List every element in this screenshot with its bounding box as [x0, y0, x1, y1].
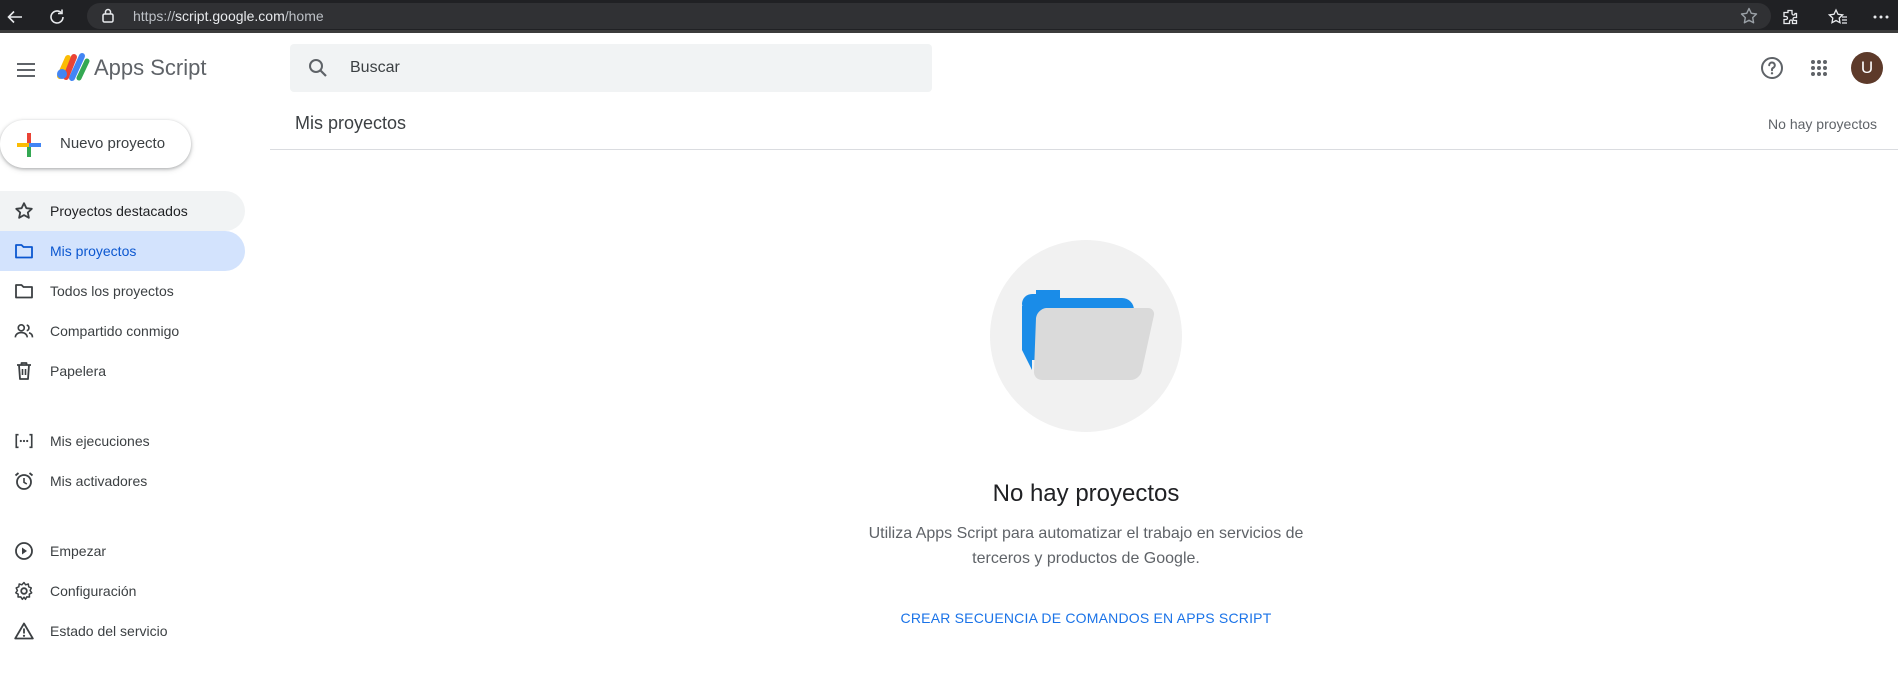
new-project-label: Nuevo proyecto: [60, 135, 166, 152]
sidebar-item-getting-started[interactable]: Empezar: [0, 531, 245, 571]
sidebar-item-label: Empezar: [50, 543, 107, 559]
sidebar-item-label: Configuración: [50, 583, 137, 599]
reload-icon[interactable]: [43, 3, 71, 31]
sidebar-item-trash[interactable]: Papelera: [0, 351, 245, 391]
apps-script-logo[interactable]: [54, 52, 90, 87]
empty-desc-line: Utiliza Apps Script para automatizar el …: [868, 525, 1304, 542]
address-bar[interactable]: https://script.google.com/home: [87, 3, 1771, 29]
sidebar-item-starred[interactable]: Proyectos destacados: [0, 191, 245, 231]
alarm-icon: [14, 471, 34, 491]
executions-icon: [14, 431, 34, 451]
sidebar-item-label: Compartido conmigo: [50, 323, 180, 339]
account-avatar[interactable]: U: [1851, 52, 1883, 84]
project-count-text: No hay proyectos: [1768, 116, 1877, 132]
create-script-link[interactable]: CREAR SECUENCIA DE COMANDOS EN APPS SCRI…: [836, 610, 1336, 626]
app-title[interactable]: Apps Script: [94, 55, 207, 81]
sidebar-item-label: Mis ejecuciones: [50, 433, 150, 449]
star-icon: [14, 201, 34, 221]
extensions-icon[interactable]: [1776, 3, 1804, 31]
sidebar-item-label: Mis activadores: [50, 473, 148, 489]
gear-icon: [14, 581, 34, 601]
search-icon[interactable]: [306, 56, 330, 85]
menu-icon[interactable]: [16, 62, 36, 78]
sidebar-item-shared-with-me[interactable]: Compartido conmigo: [0, 311, 245, 351]
google-apps-button[interactable]: [1805, 54, 1833, 82]
help-icon[interactable]: [1760, 56, 1784, 80]
sidebar-item-all-projects[interactable]: Todos los proyectos: [0, 271, 245, 311]
new-project-button[interactable]: Nuevo proyecto: [0, 120, 191, 168]
favorites-icon[interactable]: [1824, 3, 1852, 31]
empty-state-description: Utiliza Apps Script para automatizar el …: [836, 521, 1336, 571]
sidebar-item-label: Mis proyectos: [50, 243, 137, 259]
back-icon[interactable]: [1, 3, 29, 31]
sidebar-item-my-projects[interactable]: Mis proyectos: [0, 231, 245, 271]
sidebar-item-label: Papelera: [50, 363, 107, 379]
warning-icon: [14, 621, 34, 641]
browser-toolbar: https://script.google.com/home: [0, 0, 1898, 33]
sidebar-item-label: Estado del servicio: [50, 623, 168, 639]
sidebar-item-executions[interactable]: Mis ejecuciones: [0, 421, 245, 461]
sidebar-item-service-status[interactable]: Estado del servicio: [0, 611, 245, 651]
help-button[interactable]: [1758, 54, 1786, 82]
empty-folder-illustration: [990, 240, 1182, 432]
folder-icon: [14, 281, 34, 301]
play-circle-icon: [14, 541, 34, 561]
search-bar[interactable]: [290, 44, 932, 92]
search-input[interactable]: [348, 44, 918, 92]
main-menu-button[interactable]: [12, 56, 40, 84]
folder-icon: [14, 241, 34, 261]
people-icon: [14, 321, 34, 341]
more-options-icon[interactable]: [1867, 3, 1895, 31]
sidebar-item-label: Todos los proyectos: [50, 283, 174, 299]
sidebar-item-settings[interactable]: Configuración: [0, 571, 245, 611]
lock-icon[interactable]: [101, 7, 115, 28]
empty-desc-line: terceros y productos de Google.: [972, 550, 1200, 567]
apps-grid-icon[interactable]: [1810, 59, 1828, 77]
sidebar-item-triggers[interactable]: Mis activadores: [0, 461, 245, 501]
trash-icon: [14, 361, 34, 381]
header-divider: [270, 149, 1898, 150]
url-text[interactable]: https://script.google.com/home: [133, 8, 324, 24]
empty-state-title: No hay proyectos: [992, 480, 1180, 507]
sidebar-item-label: Proyectos destacados: [50, 203, 188, 219]
favorite-star-icon[interactable]: [1739, 6, 1759, 31]
page-title: Mis proyectos: [295, 113, 407, 133]
plus-icon: [16, 132, 42, 163]
